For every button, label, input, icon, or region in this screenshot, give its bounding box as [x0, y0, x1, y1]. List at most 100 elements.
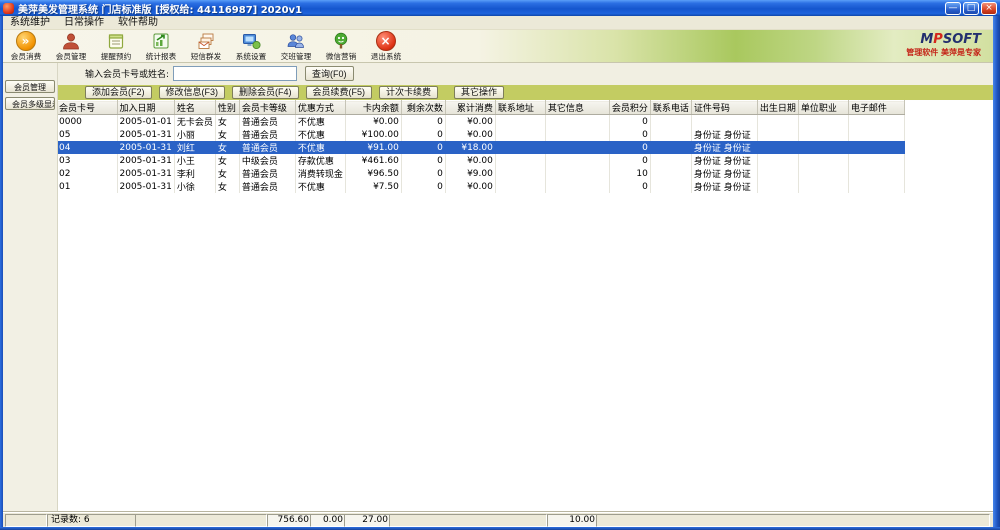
action-button-1[interactable]: 添加会员(F2) [85, 86, 152, 99]
toolbar-item-label: 微信营销 [325, 51, 355, 61]
table-row[interactable]: 00002005-01-01无卡会员女普通会员不优惠¥0.000¥0.000 [57, 115, 904, 129]
table-row[interactable]: 022005-01-31李利女普通会员消费转现金¥96.500¥9.0010身份… [57, 167, 904, 180]
action-button-2[interactable]: 修改信息(F3) [159, 86, 226, 99]
table-cell: 普通会员 [239, 141, 295, 154]
table-cell [757, 141, 798, 154]
action-button-4[interactable]: 会员续费(F5) [306, 86, 373, 99]
column-header[interactable]: 累计消费 [445, 101, 495, 115]
sidebar-button-2[interactable]: 会员多级显示 [5, 97, 55, 110]
table-cell: 李利 [174, 167, 215, 180]
table-row[interactable]: 012005-01-31小徐女普通会员不优惠¥7.500¥0.000身份证 身份… [57, 180, 904, 193]
toolbar-item-9[interactable]: ×退出系统 [363, 30, 408, 62]
menu-item-2[interactable]: 日常操作 [57, 16, 111, 29]
table-cell [757, 115, 798, 129]
table-cell: ¥18.00 [445, 141, 495, 154]
table-cell [545, 128, 609, 141]
table-cell [545, 154, 609, 167]
table-cell: 小王 [174, 154, 215, 167]
table-row[interactable]: 032005-01-31小王女中级会员存款优惠¥461.600¥0.000身份证… [57, 154, 904, 167]
table-cell: 0 [401, 141, 445, 154]
column-header[interactable]: 联系地址 [495, 101, 545, 115]
toolbar-item-2[interactable]: 会员管理 [48, 30, 93, 62]
table-cell: 0 [609, 141, 650, 154]
table-cell: ¥0.00 [345, 115, 401, 129]
column-header[interactable]: 联系电话 [650, 101, 691, 115]
column-header[interactable]: 加入日期 [117, 101, 174, 115]
search-input[interactable] [173, 66, 297, 81]
column-header[interactable]: 单位职业 [798, 101, 848, 115]
table-cell: 2005-01-01 [117, 115, 174, 129]
table-cell: 05 [57, 128, 117, 141]
table-cell [650, 141, 691, 154]
status-panel-blank-8 [596, 514, 990, 527]
table-cell [757, 128, 798, 141]
toolbar-item-1[interactable]: »会员消费 [3, 30, 48, 62]
column-header[interactable]: 电子邮件 [848, 101, 904, 115]
minimize-button[interactable]: — [945, 2, 961, 15]
column-header[interactable]: 剩余次数 [401, 101, 445, 115]
table-cell: 普通会员 [239, 167, 295, 180]
menu-item-1[interactable]: 系统维护 [3, 16, 57, 29]
table-cell: 刘红 [174, 141, 215, 154]
table-cell: 0 [401, 128, 445, 141]
table-cell: ¥9.00 [445, 167, 495, 180]
table-cell [798, 167, 848, 180]
table-row[interactable]: 042005-01-31刘红女普通会员不优惠¥91.000¥18.000身份证 … [57, 141, 904, 154]
action-button-3[interactable]: 删除会员(F4) [232, 86, 299, 99]
toolbar-item-7[interactable]: 交班管理 [273, 30, 318, 62]
window-title: 美萍美发管理系统 门店标准版 [授权给: 44116987] 2020v1 [18, 1, 302, 16]
table-cell: ¥91.00 [345, 141, 401, 154]
action-button-6[interactable]: 其它操作 [454, 86, 504, 99]
menu-bar: 系统维护日常操作软件帮助 [3, 16, 993, 30]
table-cell: 10 [609, 167, 650, 180]
column-header[interactable]: 优惠方式 [295, 101, 345, 115]
column-header[interactable]: 性别 [215, 101, 239, 115]
column-header[interactable]: 会员积分 [609, 101, 650, 115]
table-cell [848, 115, 904, 129]
column-header[interactable]: 会员卡等级 [239, 101, 295, 115]
table-cell: 无卡会员 [174, 115, 215, 129]
search-label: 输入会员卡号或姓名: [85, 67, 169, 80]
app-window: 美萍美发管理系统 门店标准版 [授权给: 44116987] 2020v1 — … [0, 0, 1000, 530]
table-cell: ¥100.00 [345, 128, 401, 141]
maximize-button[interactable]: □ [963, 2, 979, 15]
column-header[interactable]: 出生日期 [757, 101, 798, 115]
toolbar-item-3[interactable]: 提醒预约 [93, 30, 138, 62]
column-header[interactable]: 卡内余额 [345, 101, 401, 115]
table-cell: 0 [401, 180, 445, 193]
table-cell [495, 154, 545, 167]
table-cell: 2005-01-31 [117, 141, 174, 154]
member-manage-icon [61, 31, 81, 51]
column-header[interactable]: 证件号码 [691, 101, 757, 115]
table-cell: 中级会员 [239, 154, 295, 167]
status-panel-blank-0 [5, 514, 47, 527]
query-button[interactable]: 查询(F0) [305, 66, 354, 81]
sidebar-button-1[interactable]: 会员管理 [5, 80, 55, 93]
column-header[interactable]: 其它信息 [545, 101, 609, 115]
table-cell [650, 115, 691, 129]
table-cell: 消费转现金 [295, 167, 345, 180]
column-header[interactable]: 姓名 [174, 101, 215, 115]
toolbar-item-4[interactable]: 统计报表 [138, 30, 183, 62]
toolbar-item-5[interactable]: 短信群发 [183, 30, 228, 62]
table-cell [848, 128, 904, 141]
table-cell [650, 154, 691, 167]
table-cell: ¥0.00 [445, 180, 495, 193]
mpsoft-logo: MPSOFT [906, 33, 981, 46]
exit-system-icon: × [376, 31, 396, 51]
table-cell [495, 167, 545, 180]
table-row[interactable]: 052005-01-31小丽女普通会员不优惠¥100.000¥0.000身份证 … [57, 128, 904, 141]
close-button[interactable]: × [981, 2, 997, 15]
table-cell: 2005-01-31 [117, 180, 174, 193]
toolbar-item-6[interactable]: 系统设置 [228, 30, 273, 62]
action-button-5[interactable]: 计次卡续费 [379, 86, 438, 99]
table-cell [848, 180, 904, 193]
table-cell [848, 141, 904, 154]
menu-item-3[interactable]: 软件帮助 [111, 16, 165, 29]
table-cell [545, 115, 609, 129]
toolbar-item-8[interactable]: 微信营销 [318, 30, 363, 62]
table-cell: 普通会员 [239, 180, 295, 193]
column-header[interactable]: 会员卡号 [57, 101, 117, 115]
table-cell: 0 [401, 154, 445, 167]
table-cell: 身份证 身份证 [691, 154, 757, 167]
